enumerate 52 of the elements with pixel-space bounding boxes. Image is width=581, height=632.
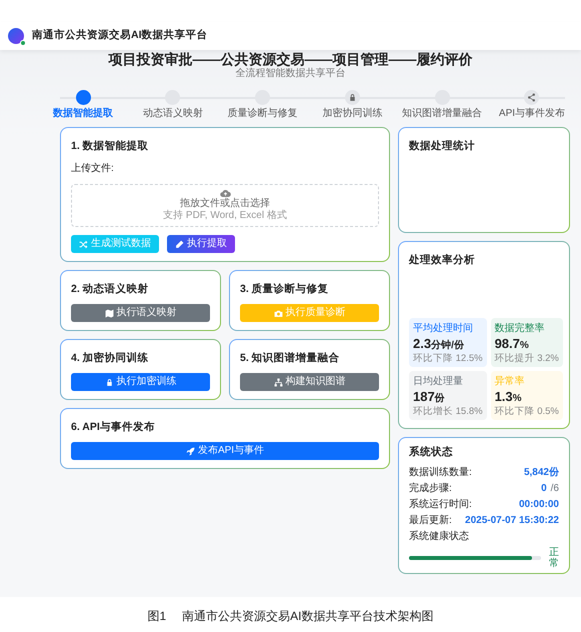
step-label[interactable]: 质量诊断与修复 xyxy=(228,108,298,119)
module-title: 6. API与事件发布 xyxy=(71,421,156,434)
module-title: 3. 质量诊断与修复 xyxy=(240,283,330,296)
module-title: 4. 加密协同训练 xyxy=(71,352,150,365)
metric-change: 环比提升 3.2% xyxy=(494,353,559,364)
status-value: 00:00:00 xyxy=(518,499,559,511)
metric-value: 98.7% xyxy=(494,336,530,353)
panel-title: 处理效率分析 xyxy=(409,254,476,267)
app-title: 南通市公共资源交易AI数据共享平台 xyxy=(32,28,208,44)
drop-prompt: 拖放文件或点击选择 xyxy=(180,198,270,210)
step-label[interactable]: 动态语义映射 xyxy=(142,108,203,119)
panel-title: 数据处理统计 xyxy=(409,140,476,153)
action-button[interactable]: 执行语义映射 xyxy=(71,304,210,322)
upload-label: 上传文件: xyxy=(71,162,115,176)
status-label: 完成步骤: xyxy=(409,483,452,495)
metric-change: 环比增长 15.8% xyxy=(413,406,483,417)
page-heading: 项目投资审批——公共资源交易——项目管理——履约评价 xyxy=(107,50,474,68)
action-button[interactable]: 执行加密训练 xyxy=(71,373,210,391)
status-label: 系统健康状态 xyxy=(409,531,470,543)
figure-number: 图1 xyxy=(147,608,166,625)
action-button[interactable]: 构建知识图谱 xyxy=(240,373,379,391)
metric-change: 环比下降 0.5% xyxy=(494,406,559,417)
metric-value: 187份 xyxy=(413,389,446,406)
metric-value: 2.3分钟/份 xyxy=(413,336,465,353)
action-button[interactable]: 发布API与事件 xyxy=(71,442,379,460)
step-label[interactable]: API与事件发布 xyxy=(498,108,566,119)
status-label: 最后更新: xyxy=(409,515,452,527)
step-label[interactable]: 数据智能提取 xyxy=(53,108,113,119)
metric-label: 数据完整率 xyxy=(494,322,546,336)
step-label[interactable]: 知识图谱增量融合 xyxy=(402,108,482,119)
metric-label: 异常率 xyxy=(494,374,526,389)
health-reading: 正常 xyxy=(549,547,559,569)
metric-label: 平均处理时间 xyxy=(413,322,474,336)
status-label: 数据训练数量: xyxy=(409,467,472,479)
metric-change: 环比下降 12.5% xyxy=(413,353,483,364)
action-button[interactable]: 执行提取 xyxy=(167,235,235,253)
module-title: 2. 动态语义映射 xyxy=(71,283,150,296)
module-title: 5. 知识图谱增量融合 xyxy=(240,352,341,365)
metric-label: 日均处理量 xyxy=(413,374,464,389)
status-unit: /6 xyxy=(550,483,559,495)
status-value: 2025-07-07 15:30:22 xyxy=(465,515,559,527)
status-label: 系统运行时间: xyxy=(409,499,472,511)
status-value: 0 xyxy=(541,483,547,495)
step-label[interactable]: 加密协同训练 xyxy=(322,108,382,119)
page-subtitle: 全流程智能数据共享平台 xyxy=(234,68,346,80)
metric-value: 1.3% xyxy=(494,389,523,406)
format-hint: 支持 PDF, Word, Excel 格式 xyxy=(163,210,287,222)
module-title: 1. 数据智能提取 xyxy=(71,140,150,153)
status-value: 5,842份 xyxy=(524,467,559,479)
file-drop-zone[interactable]: 拖放文件或点击选择 支持 PDF, Word, Excel 格式 xyxy=(71,184,379,227)
figure-caption: 南通市公共资源交易AI数据共享平台技术架构图 xyxy=(182,608,434,625)
panel-title: 系统状态 xyxy=(409,446,454,459)
